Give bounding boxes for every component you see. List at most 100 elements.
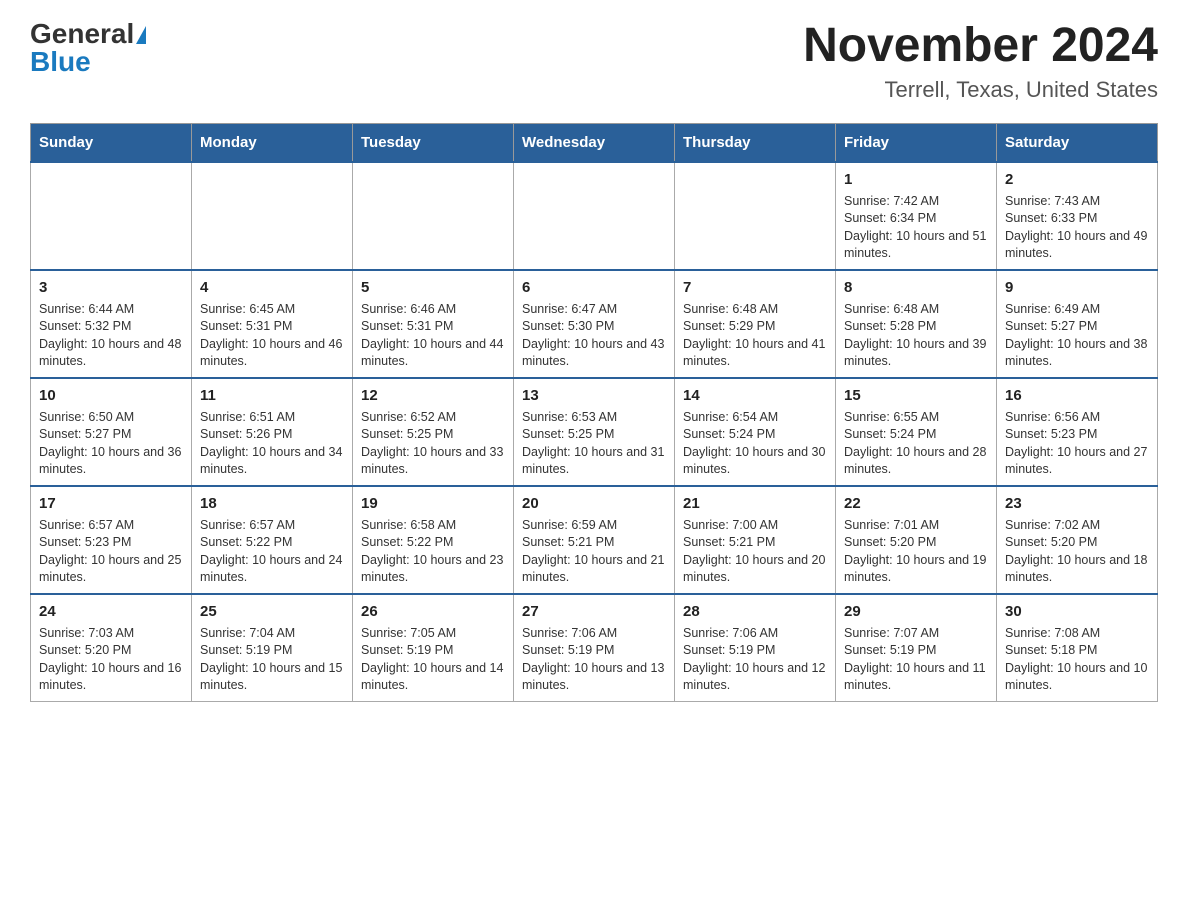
day-number: 3 — [39, 277, 183, 298]
day-info: Sunrise: 6:49 AMSunset: 5:27 PMDaylight:… — [1005, 301, 1149, 371]
day-of-week-header: Saturday — [997, 123, 1158, 162]
day-of-week-header: Wednesday — [514, 123, 675, 162]
day-number: 7 — [683, 277, 827, 298]
table-row: 22Sunrise: 7:01 AMSunset: 5:20 PMDayligh… — [836, 486, 997, 594]
day-of-week-header: Thursday — [675, 123, 836, 162]
table-row: 19 Sunrise: 6:58 AMSunset: 5:22 PMDayligh… — [353, 486, 514, 594]
table-row: 15 Sunrise: 6:55 AMSunset: 5:24 PMDayligh… — [836, 378, 997, 486]
day-number: 12 — [361, 385, 505, 406]
day-number: 6 — [522, 277, 666, 298]
table-row — [514, 162, 675, 270]
day-number: 14 — [683, 385, 827, 406]
table-row — [192, 162, 353, 270]
day-number: 29 — [844, 601, 988, 622]
day-number: 9 — [1005, 277, 1149, 298]
day-info: Sunrise: 6:50 AMSunset: 5:27 PMDaylight:… — [39, 409, 183, 479]
table-row: 5 Sunrise: 6:46 AMSunset: 5:31 PMDaylight… — [353, 270, 514, 378]
day-info: Sunrise: 6:59 AMSunset: 5:21 PMDaylight:… — [522, 517, 666, 587]
table-row: 20 Sunrise: 6:59 AMSunset: 5:21 PMDayligh… — [514, 486, 675, 594]
table-row: 16Sunrise: 6:56 AMSunset: 5:23 PMDayligh… — [997, 378, 1158, 486]
day-of-week-header: Monday — [192, 123, 353, 162]
day-of-week-header: Tuesday — [353, 123, 514, 162]
table-row: 14 Sunrise: 6:54 AMSunset: 5:24 PMDayligh… — [675, 378, 836, 486]
table-row: 7 Sunrise: 6:48 AMSunset: 5:29 PMDaylight… — [675, 270, 836, 378]
day-number: 5 — [361, 277, 505, 298]
table-row: 13Sunrise: 6:53 AMSunset: 5:25 PMDayligh… — [514, 378, 675, 486]
table-row: 9 Sunrise: 6:49 AMSunset: 5:27 PMDaylight… — [997, 270, 1158, 378]
logo-general-text: General — [30, 18, 134, 49]
day-info: Sunrise: 6:46 AMSunset: 5:31 PMDaylight:… — [361, 301, 505, 371]
day-info: Sunrise: 6:55 AMSunset: 5:24 PMDaylight:… — [844, 409, 988, 479]
table-row: 23 Sunrise: 7:02 AMSunset: 5:20 PMDayligh… — [997, 486, 1158, 594]
table-row: 21 Sunrise: 7:00 AMSunset: 5:21 PMDayligh… — [675, 486, 836, 594]
table-row — [31, 162, 192, 270]
table-row — [353, 162, 514, 270]
day-number: 16 — [1005, 385, 1149, 406]
calendar-week-row: 17Sunrise: 6:57 AMSunset: 5:23 PMDayligh… — [31, 486, 1158, 594]
calendar-week-row: 3Sunrise: 6:44 AMSunset: 5:32 PMDaylight… — [31, 270, 1158, 378]
table-row: 18 Sunrise: 6:57 AMSunset: 5:22 PMDayligh… — [192, 486, 353, 594]
day-of-week-header: Sunday — [31, 123, 192, 162]
day-info: Sunrise: 6:52 AMSunset: 5:25 PMDaylight:… — [361, 409, 505, 479]
day-number: 20 — [522, 493, 666, 514]
table-row: 8Sunrise: 6:48 AMSunset: 5:28 PMDaylight… — [836, 270, 997, 378]
table-row: 6 Sunrise: 6:47 AMSunset: 5:30 PMDaylight… — [514, 270, 675, 378]
day-number: 13 — [522, 385, 666, 406]
day-number: 26 — [361, 601, 505, 622]
day-of-week-header: Friday — [836, 123, 997, 162]
table-row: 10 Sunrise: 6:50 AMSunset: 5:27 PMDayligh… — [31, 378, 192, 486]
day-info: Sunrise: 7:07 AMSunset: 5:19 PMDaylight:… — [844, 625, 988, 695]
day-number: 30 — [1005, 601, 1149, 622]
table-row: 11 Sunrise: 6:51 AMSunset: 5:26 PMDayligh… — [192, 378, 353, 486]
table-row: 12 Sunrise: 6:52 AMSunset: 5:25 PMDayligh… — [353, 378, 514, 486]
day-info: Sunrise: 6:45 AMSunset: 5:31 PMDaylight:… — [200, 301, 344, 371]
table-row: 1 Sunrise: 7:42 AMSunset: 6:34 PMDaylight… — [836, 162, 997, 270]
day-info: Sunrise: 7:42 AMSunset: 6:34 PMDaylight:… — [844, 193, 988, 263]
day-info: Sunrise: 6:48 AMSunset: 5:28 PMDaylight:… — [844, 301, 988, 371]
day-info: Sunrise: 6:57 AMSunset: 5:22 PMDaylight:… — [200, 517, 344, 587]
day-number: 1 — [844, 169, 988, 190]
day-number: 18 — [200, 493, 344, 514]
day-info: Sunrise: 6:54 AMSunset: 5:24 PMDaylight:… — [683, 409, 827, 479]
table-row: 28Sunrise: 7:06 AMSunset: 5:19 PMDayligh… — [675, 594, 836, 702]
calendar-week-row: 24Sunrise: 7:03 AMSunset: 5:20 PMDayligh… — [31, 594, 1158, 702]
table-row: 30 Sunrise: 7:08 AMSunset: 5:18 PMDayligh… — [997, 594, 1158, 702]
day-number: 22 — [844, 493, 988, 514]
day-info: Sunrise: 7:08 AMSunset: 5:18 PMDaylight:… — [1005, 625, 1149, 695]
calendar-week-row: 10 Sunrise: 6:50 AMSunset: 5:27 PMDayligh… — [31, 378, 1158, 486]
table-row: 24Sunrise: 7:03 AMSunset: 5:20 PMDayligh… — [31, 594, 192, 702]
day-number: 23 — [1005, 493, 1149, 514]
day-info: Sunrise: 6:47 AMSunset: 5:30 PMDaylight:… — [522, 301, 666, 371]
table-row: 25Sunrise: 7:04 AMSunset: 5:19 PMDayligh… — [192, 594, 353, 702]
day-number: 27 — [522, 601, 666, 622]
day-info: Sunrise: 7:00 AMSunset: 5:21 PMDaylight:… — [683, 517, 827, 587]
logo-top-line: General — [30, 20, 146, 48]
day-info: Sunrise: 6:51 AMSunset: 5:26 PMDaylight:… — [200, 409, 344, 479]
day-number: 19 — [361, 493, 505, 514]
day-number: 24 — [39, 601, 183, 622]
logo-blue-text: Blue — [30, 46, 91, 77]
calendar-header-row: SundayMondayTuesdayWednesdayThursdayFrid… — [31, 123, 1158, 162]
day-info: Sunrise: 7:06 AMSunset: 5:19 PMDaylight:… — [522, 625, 666, 695]
logo: General Blue — [30, 20, 146, 76]
day-number: 4 — [200, 277, 344, 298]
day-number: 10 — [39, 385, 183, 406]
table-row: 27 Sunrise: 7:06 AMSunset: 5:19 PMDayligh… — [514, 594, 675, 702]
day-number: 11 — [200, 385, 344, 406]
day-info: Sunrise: 6:48 AMSunset: 5:29 PMDaylight:… — [683, 301, 827, 371]
table-row — [675, 162, 836, 270]
day-number: 2 — [1005, 169, 1149, 190]
day-info: Sunrise: 6:58 AMSunset: 5:22 PMDaylight:… — [361, 517, 505, 587]
day-number: 15 — [844, 385, 988, 406]
logo-triangle-icon — [136, 26, 146, 44]
title-section: November 2024 Terrell, Texas, United Sta… — [803, 20, 1158, 103]
calendar-week-row: 1 Sunrise: 7:42 AMSunset: 6:34 PMDaylight… — [31, 162, 1158, 270]
day-info: Sunrise: 7:06 AMSunset: 5:19 PMDaylight:… — [683, 625, 827, 695]
day-number: 21 — [683, 493, 827, 514]
day-info: Sunrise: 7:02 AMSunset: 5:20 PMDaylight:… — [1005, 517, 1149, 587]
calendar-table: SundayMondayTuesdayWednesdayThursdayFrid… — [30, 123, 1158, 702]
day-info: Sunrise: 7:43 AMSunset: 6:33 PMDaylight:… — [1005, 193, 1149, 263]
day-info: Sunrise: 7:04 AMSunset: 5:19 PMDaylight:… — [200, 625, 344, 695]
table-row: 29 Sunrise: 7:07 AMSunset: 5:19 PMDayligh… — [836, 594, 997, 702]
day-info: Sunrise: 7:05 AMSunset: 5:19 PMDaylight:… — [361, 625, 505, 695]
